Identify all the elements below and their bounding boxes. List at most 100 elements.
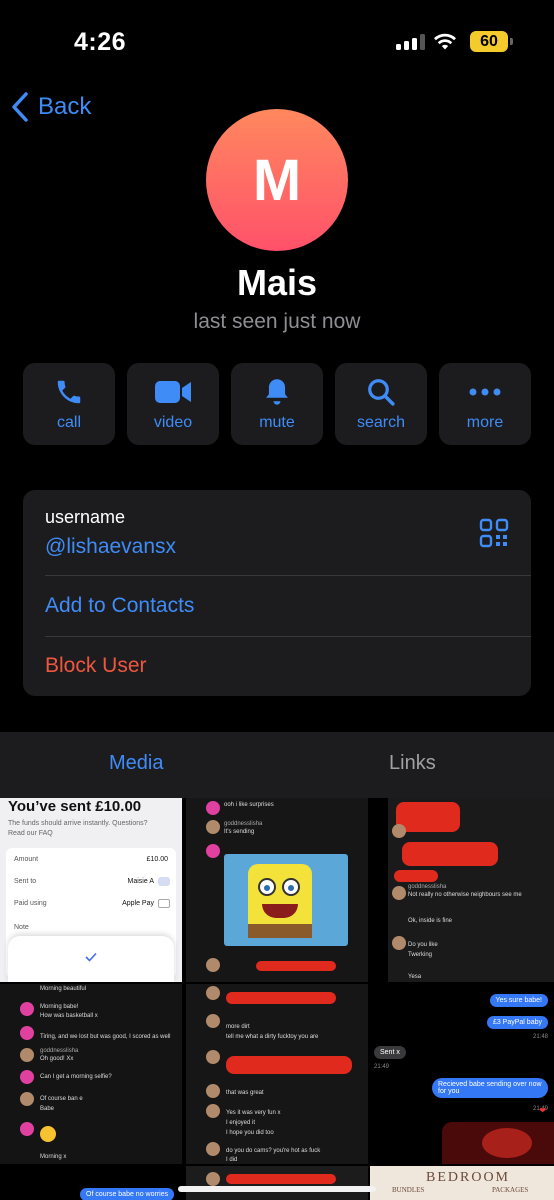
chat-message: Morning beautiful <box>40 986 87 992</box>
call-button[interactable]: call <box>23 363 115 445</box>
media-item-bottom-middle[interactable] <box>186 1166 368 1200</box>
chevron-left-icon <box>12 92 28 122</box>
recipient-initials-badge <box>158 877 170 886</box>
redaction <box>226 992 336 1004</box>
more-button[interactable]: more <box>439 363 531 445</box>
avatar <box>392 824 406 838</box>
chat-sender: goddnesslisha <box>408 884 447 890</box>
received-bubble: Sent x <box>374 1046 406 1059</box>
payment-row-value: Maisie A <box>127 878 154 885</box>
battery-tip <box>510 38 513 45</box>
media-item-chat-redacted[interactable]: goddnesslisha Not really no otherwise ne… <box>388 798 554 982</box>
payment-row-label: Note <box>14 924 29 931</box>
avatar <box>206 1104 220 1118</box>
sent-bubble: Recieved babe sending over now for you <box>432 1078 548 1098</box>
media-item-imessage[interactable]: Yes sure babe! £3 PayPal baby 21:48 Sent… <box>370 984 554 1164</box>
avatar <box>206 801 220 815</box>
redaction <box>396 802 460 832</box>
media-item-chat-sending[interactable]: ooh i like surprises goddnesslisha It's … <box>186 798 368 982</box>
payment-faq: Read our FAQ <box>8 830 53 837</box>
media-item-payment[interactable]: You’ve sent £10.00 The funds should arri… <box>0 798 182 982</box>
divider <box>45 575 531 576</box>
avatar <box>206 844 220 858</box>
chat-message: I hope you did too <box>226 1130 274 1136</box>
media-item-bedroom[interactable]: BEDROOM BUNDLES PACKAGES <box>370 1166 554 1200</box>
avatar <box>392 886 406 900</box>
more-label: more <box>466 414 504 431</box>
mute-label: mute <box>259 414 295 431</box>
payment-row-value: Apple Pay <box>122 900 154 907</box>
chat-message: ooh i like surprises <box>224 802 274 808</box>
chat-message: It's sending <box>224 829 255 835</box>
back-button[interactable]: Back <box>10 90 91 124</box>
redaction <box>226 1056 352 1074</box>
chat-message: Oh good! Xx <box>40 1056 74 1062</box>
payment-row-value: £10.00 <box>146 856 168 863</box>
avatar <box>20 1026 34 1040</box>
redaction <box>226 1174 336 1184</box>
payment-subtitle: The funds should arrive instantly. Quest… <box>8 820 148 827</box>
media-item-chat-morning[interactable]: Morning beautiful Morning babe! How was … <box>0 984 182 1164</box>
action-buttons: call video mute search more <box>23 363 531 445</box>
cellular-signal-icon <box>396 34 426 50</box>
poster-subtitle: PACKAGES <box>492 1186 529 1194</box>
heart-eyes-emoji-icon <box>40 1126 56 1142</box>
avatar[interactable]: M <box>206 109 348 251</box>
media-item-chat-redacted-2[interactable]: more dirt tell me what a dirty fucktoy y… <box>186 984 368 1164</box>
sent-bubble: £3 PayPal baby <box>486 1016 548 1029</box>
video-label: video <box>153 414 193 431</box>
search-button[interactable]: search <box>335 363 427 445</box>
qr-code-icon[interactable] <box>479 518 509 548</box>
avatar <box>206 1172 220 1186</box>
spongebob-figure <box>248 864 312 938</box>
home-indicator[interactable] <box>178 1186 376 1192</box>
chat-message: I did <box>226 1157 238 1163</box>
avatar <box>20 1002 34 1016</box>
battery-level: 60 <box>470 31 508 52</box>
profile-name: Mais <box>236 262 318 303</box>
payment-confirmation-sheet <box>8 936 174 982</box>
chat-message: Can I get a morning selfie? <box>40 1074 112 1080</box>
avatar <box>206 958 220 972</box>
add-to-contacts-button[interactable]: Add to Contacts <box>45 594 194 618</box>
chat-message: Twerking <box>408 952 433 958</box>
media-tabs: Media Links <box>0 732 554 798</box>
chat-message: How was basketball x <box>40 1013 98 1019</box>
video-button[interactable]: video <box>127 363 219 445</box>
sent-bubble: Yes sure babe! <box>489 994 548 1007</box>
avatar <box>206 1050 220 1064</box>
heart-reaction-icon: ❤ <box>539 1106 546 1115</box>
tab-links[interactable]: Links <box>389 752 436 775</box>
last-seen-status: last seen just now <box>193 310 361 333</box>
avatar <box>20 1048 34 1062</box>
chat-message: Tiring, and we lost but was good, I scor… <box>40 1034 171 1040</box>
username-link[interactable]: @lishaevansx <box>45 535 176 559</box>
avatar <box>20 1122 34 1136</box>
back-label: Back <box>38 93 92 120</box>
media-grid: You’ve sent £10.00 The funds should arri… <box>0 798 554 1200</box>
chat-message: that was great <box>226 1090 264 1096</box>
search-label: search <box>356 414 406 431</box>
chat-message: Not really no otherwise neighbours see m… <box>408 892 522 898</box>
media-item-chat-bottom[interactable]: Of course babe no worries <box>0 1166 182 1200</box>
chat-message: Ok, inside is fine <box>408 918 453 924</box>
chat-message: more dirt <box>226 1024 250 1030</box>
photo-thumbnail <box>442 1122 554 1164</box>
message-time: 21:48 <box>532 1034 548 1040</box>
chat-message: Do you like <box>408 942 438 948</box>
chat-message: Yesa <box>408 974 422 980</box>
redaction <box>402 842 498 866</box>
payment-title: You’ve sent £10.00 <box>8 798 142 815</box>
redaction <box>256 961 336 971</box>
chat-message: I enjoyed it <box>226 1120 256 1126</box>
username-label: username <box>45 507 126 527</box>
avatar <box>206 986 220 1000</box>
redaction <box>394 870 438 882</box>
video-camera-icon <box>127 375 219 409</box>
tab-media[interactable]: Media <box>109 752 163 775</box>
mute-button[interactable]: mute <box>231 363 323 445</box>
spongebob-image <box>224 854 348 946</box>
avatar <box>206 1084 220 1098</box>
apple-pay-badge <box>158 899 170 908</box>
block-user-button[interactable]: Block User <box>45 654 147 678</box>
